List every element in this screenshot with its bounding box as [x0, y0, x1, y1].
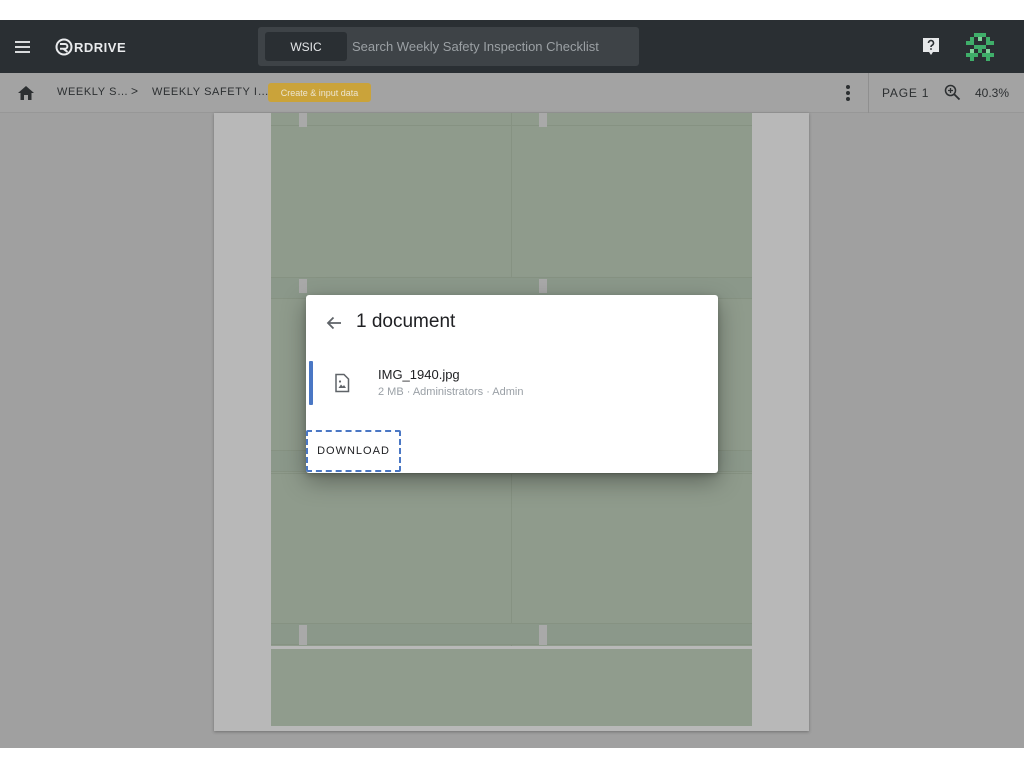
- file-list-item[interactable]: IMG_1940.jpg 2 MB · Administrators · Adm…: [306, 357, 718, 409]
- search-scope-chip[interactable]: WSIC: [265, 32, 347, 61]
- breadcrumb-separator: >: [131, 84, 139, 98]
- dialog-title: 1 document: [356, 311, 456, 332]
- zoom-level[interactable]: 40.3%: [975, 86, 1009, 100]
- zoom-icon[interactable]: [944, 84, 961, 101]
- brand-name: RDRIVE: [74, 39, 127, 55]
- more-options-icon[interactable]: [842, 84, 854, 102]
- create-input-data-badge[interactable]: Create & input data: [268, 83, 371, 102]
- back-arrow-icon[interactable]: [325, 314, 343, 332]
- brand-logo[interactable]: RDRIVE: [55, 36, 126, 58]
- search-input[interactable]: [352, 32, 632, 61]
- file-meta: 2 MB · Administrators · Admin: [378, 386, 524, 398]
- breadcrumb-document[interactable]: WEEKLY SAFETY I…: [152, 86, 269, 98]
- toolbar-divider: [868, 73, 869, 113]
- image-file-icon: [335, 373, 350, 393]
- app-window: RDRIVE WSIC Search Weekly Safety Inspect…: [0, 20, 1024, 748]
- download-button[interactable]: DOWNLOAD: [306, 430, 401, 472]
- documents-dialog: 1 document IMG_1940.jpg 2 MB · Administr…: [306, 295, 718, 473]
- file-name: IMG_1940.jpg: [378, 367, 460, 382]
- pixel-avatar-icon[interactable]: [966, 33, 994, 61]
- page-indicator[interactable]: PAGE 1: [882, 86, 929, 100]
- document-toolbar: WEEKLY S… > WEEKLY SAFETY I… Create & in…: [0, 73, 1024, 113]
- document-footer-block: [271, 649, 752, 726]
- search-bar: WSIC: [258, 27, 639, 66]
- top-app-bar: RDRIVE WSIC: [0, 20, 1024, 73]
- logo-mark-icon: [55, 38, 73, 56]
- help-icon[interactable]: [922, 37, 940, 56]
- breadcrumb-folder[interactable]: WEEKLY S…: [57, 86, 129, 98]
- selected-indicator: [309, 361, 313, 405]
- home-icon[interactable]: [17, 84, 35, 102]
- menu-icon[interactable]: [12, 36, 34, 58]
